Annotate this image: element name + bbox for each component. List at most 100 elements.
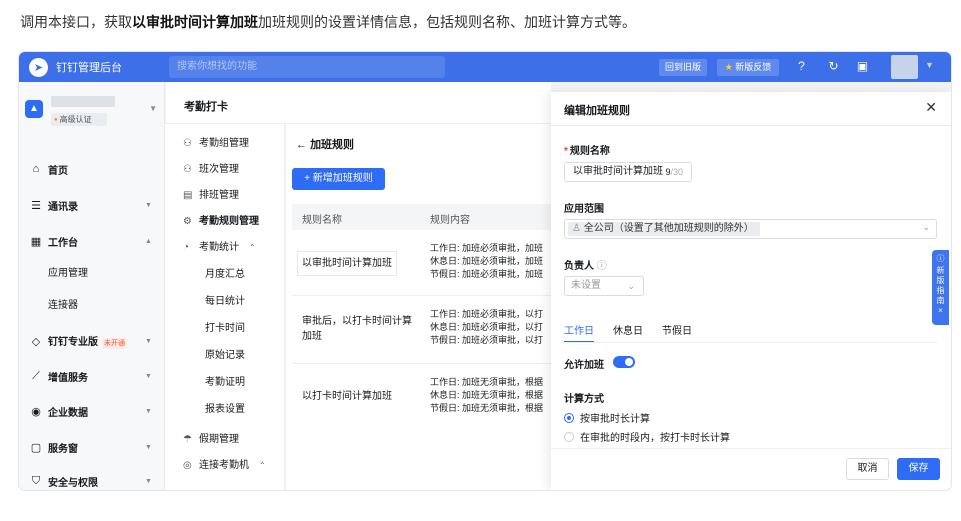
not-activated-badge: 未开通 bbox=[102, 338, 127, 349]
rule-name[interactable]: 审批后，以打卡时间计算加班 bbox=[302, 314, 412, 344]
scope-tag: ♙ 全公司（设置了其他加班规则的除外） bbox=[568, 222, 760, 236]
chevron-down-icon: ▼ bbox=[145, 201, 152, 209]
owner-label: 负责人 ⓘ bbox=[564, 261, 607, 272]
org-icon: ♙ bbox=[572, 223, 581, 234]
top-bar: ➤ 钉钉管理后台 搜索你想找的功能 回到旧版 ★ 新版反馈 ? ↻ ▣ ▼ bbox=[19, 52, 951, 82]
sidebar-item-home[interactable]: ⌂ 首页 bbox=[19, 158, 165, 180]
chevron-down-icon: ⌄ bbox=[922, 222, 930, 232]
grid-icon: ▦ bbox=[30, 235, 42, 248]
sidebar-item-service-window[interactable]: ▢ 服务窗 ▼ bbox=[19, 436, 165, 458]
refresh-icon[interactable]: ↻ bbox=[825, 58, 842, 75]
menu-schedule-management[interactable]: ▤ 排班管理 bbox=[183, 186, 239, 206]
allow-overtime-toggle[interactable] bbox=[613, 356, 635, 368]
main-content: ← 加班规则 + 新增加班规则 规则名称 规则内容 以审批时间计算加班 工作日:… bbox=[286, 124, 551, 490]
sidebar-item-pro[interactable]: ◇ 钉钉专业版 未开通 ▼ bbox=[19, 330, 165, 352]
column-header: 规则名称 bbox=[302, 215, 342, 226]
intro-bold: 以审批时间计算加班 bbox=[132, 14, 258, 30]
new-version-guide-tab[interactable]: ⓘ 新版指南 × bbox=[932, 250, 949, 325]
window-icon: ▢ bbox=[30, 441, 42, 454]
data-icon: ◉ bbox=[31, 405, 41, 418]
calc-option-punch-duration[interactable]: 在审批的时段内，按打卡时长计算 bbox=[564, 429, 730, 444]
close-icon[interactable]: ✕ bbox=[925, 99, 937, 116]
column-header: 规则内容 bbox=[430, 215, 470, 226]
chevron-up-icon: ▲ bbox=[145, 237, 152, 245]
menu-monthly-summary[interactable]: 月度汇总 bbox=[205, 265, 245, 285]
shift-icon: ⚇ bbox=[183, 164, 192, 175]
table-row[interactable]: 以审批时间计算加班 工作日: 加班必须审批，加班 休息日: 加班必须审批，加班 节假… bbox=[292, 230, 551, 296]
sidebar-item-connector[interactable]: 连接器 bbox=[48, 296, 78, 316]
edit-overtime-rule-drawer: 编辑加班规则 ✕ * 规则名称 以审批时间计算加班 9/30 应用范围 ♙ 全公司（… bbox=[551, 92, 951, 490]
save-button[interactable]: 保存 bbox=[897, 458, 940, 480]
org-switcher[interactable]: ▲ 高级认证 ▼ bbox=[25, 94, 157, 130]
admin-window: ➤ 钉钉管理后台 搜索你想找的功能 回到旧版 ★ 新版反馈 ? ↻ ▣ ▼ ▲ … bbox=[19, 52, 951, 490]
menu-attendance-machine[interactable]: ◎ 连接考勤机 ⌃ bbox=[183, 456, 266, 476]
owner-select[interactable]: 未设置 ⌄ bbox=[564, 276, 644, 296]
certification-badge: 高级认证 bbox=[51, 113, 107, 126]
back-arrow-icon[interactable]: ← bbox=[296, 139, 307, 151]
rule-name-input[interactable]: 以审批时间计算加班 9/30 bbox=[564, 162, 692, 182]
menu-shift-management[interactable]: ⚇ 班次管理 bbox=[183, 160, 239, 180]
chevron-down-icon: ▼ bbox=[145, 372, 152, 380]
cancel-button[interactable]: 取消 bbox=[846, 458, 889, 480]
sidebar-item-enterprise-data[interactable]: ◉ 企业数据 ▼ bbox=[19, 400, 165, 422]
org-name bbox=[51, 96, 115, 107]
main-sidebar: ▲ 高级认证 ▼ ⌂首页 ☰通讯录▼ ▦工作台▲ 应用管理 连接器 ◇钉钉专业版… bbox=[19, 82, 165, 490]
close-icon[interactable]: × bbox=[932, 306, 949, 316]
home-icon: ⌂ bbox=[32, 163, 40, 175]
chevron-up-icon: ⌃ bbox=[249, 243, 256, 252]
chevron-down-icon: ▼ bbox=[145, 477, 152, 485]
help-icon[interactable]: ? bbox=[793, 58, 810, 75]
page-title: ← 加班规则 bbox=[296, 139, 355, 151]
menu-leave-management[interactable]: ☂ 假期管理 bbox=[183, 430, 239, 450]
sidebar-item-contacts[interactable]: ☰ 通讯录 ▼ bbox=[19, 194, 165, 216]
char-counter: 9/30 bbox=[665, 167, 683, 177]
table-row[interactable]: 审批后，以打卡时间计算加班 工作日: 加班必须审批，以打 休息日: 加班必须审批，… bbox=[292, 296, 551, 364]
feedback-button[interactable]: ★ 新版反馈 bbox=[717, 59, 779, 76]
calendar-icon: ▤ bbox=[183, 190, 193, 201]
rule-name[interactable]: 以审批时间计算加班 bbox=[302, 256, 392, 271]
tab-workday[interactable]: 工作日 bbox=[564, 322, 594, 337]
section-header: 考勤打卡 bbox=[166, 82, 551, 124]
chevron-down-icon: ▼ bbox=[145, 337, 152, 345]
table-row[interactable]: 以打卡时间计算加班 工作日: 加班无须审批，根据 休息日: 加班无须审批，根据 节假… bbox=[292, 364, 551, 430]
menu-group-management[interactable]: ⚇ 考勤组管理 bbox=[183, 134, 249, 154]
diamond-icon: ◇ bbox=[31, 335, 41, 348]
radio-selected bbox=[564, 412, 574, 423]
chevron-down-icon[interactable]: ▼ bbox=[925, 60, 934, 70]
info-icon: ⓘ bbox=[936, 254, 945, 263]
sidebar-item-security[interactable]: ⛉ 安全与权限 ▼ bbox=[19, 470, 165, 490]
sidebar-item-value-added[interactable]: ⟋ 增值服务 ▼ bbox=[19, 365, 165, 387]
sidebar-item-workbench[interactable]: ▦ 工作台 ▲ bbox=[19, 230, 165, 252]
avatar[interactable] bbox=[891, 55, 918, 79]
chevron-down-icon: ▼ bbox=[145, 407, 152, 415]
menu-statistics[interactable]: ◔ 考勤统计 ⌃ bbox=[183, 238, 256, 258]
menu-rule-management[interactable]: ⚙ 考勤规则管理 bbox=[183, 212, 259, 232]
tab-holiday[interactable]: 节假日 bbox=[662, 322, 692, 337]
chevron-down-icon: ⌄ bbox=[627, 281, 635, 291]
add-overtime-rule-button[interactable]: + 新增加班规则 bbox=[292, 168, 385, 190]
umbrella-icon: ☂ bbox=[183, 434, 192, 445]
tab-rest-day[interactable]: 休息日 bbox=[613, 322, 643, 337]
rule-name[interactable]: 以打卡时间计算加班 bbox=[302, 389, 392, 404]
section-title: 考勤打卡 bbox=[184, 101, 228, 113]
chevron-down-icon: ▼ bbox=[149, 104, 157, 113]
calc-option-approval-duration[interactable]: 按审批时长计算 bbox=[564, 410, 650, 425]
menu-raw-records[interactable]: 原始记录 bbox=[205, 346, 245, 366]
menu-daily-stats[interactable]: 每日统计 bbox=[205, 292, 245, 312]
old-version-button[interactable]: 回到旧版 bbox=[659, 59, 707, 76]
attendance-menu: ⚇ 考勤组管理 ⚇ 班次管理 ▤ 排班管理 ⚙ 考勤规则管理 ◔ 考勤统计 ⌃ 月度汇总 每… bbox=[165, 124, 285, 490]
menu-punch-time[interactable]: 打卡时间 bbox=[205, 319, 245, 339]
menu-attendance-proof[interactable]: 考勤证明 bbox=[205, 373, 245, 393]
calc-method-label: 计算方式 bbox=[564, 394, 604, 405]
rule-content: 工作日: 加班必须审批，加班 休息日: 加班必须审批，加班 节假日: 加班必须审批，… bbox=[430, 243, 544, 279]
fullscreen-icon[interactable]: ▣ bbox=[854, 58, 871, 75]
device-icon: ◎ bbox=[183, 460, 192, 471]
search-input[interactable]: 搜索你想找的功能 bbox=[169, 56, 445, 78]
sidebar-item-app-management[interactable]: 应用管理 bbox=[48, 264, 88, 284]
stats-icon: ◔ bbox=[183, 242, 190, 253]
scope-label: 应用范围 bbox=[564, 204, 604, 215]
scope-select[interactable]: ♙ 全公司（设置了其他加班规则的除外） ⌄ bbox=[564, 219, 937, 239]
menu-report-settings[interactable]: 报表设置 bbox=[205, 400, 245, 420]
group-icon: ⚇ bbox=[183, 138, 192, 149]
info-icon[interactable]: ⓘ bbox=[597, 261, 607, 272]
